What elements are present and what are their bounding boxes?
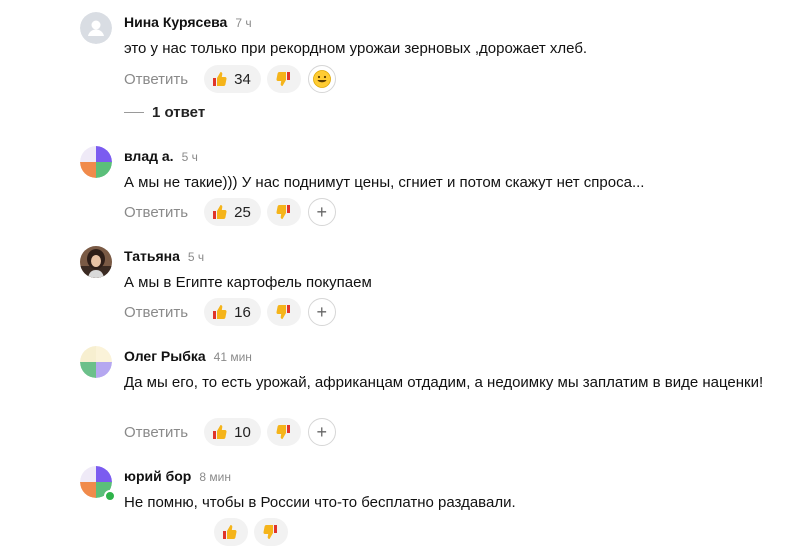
add-reaction-button[interactable]: +	[307, 198, 336, 226]
comment-text: А мы в Египте картофель покупаем	[124, 274, 372, 291]
thumbs-up-icon	[213, 305, 227, 319]
comment-text: Не помню, чтобы в России что-то бесплатн…	[124, 494, 516, 511]
comment-actions: Ответить 16 +	[124, 298, 336, 326]
like-button[interactable]: 16	[204, 298, 261, 326]
reply-button[interactable]: Ответить	[124, 71, 188, 88]
author-name[interactable]: Нина Курясева	[124, 14, 227, 30]
add-reaction-button[interactable]	[307, 65, 336, 93]
comment-header: Нина Курясева 7 ч	[124, 14, 252, 30]
thumbs-up-icon	[213, 205, 227, 219]
thumbs-up-icon	[213, 72, 227, 86]
author-name[interactable]: Татьяна	[124, 248, 180, 264]
comment-actions: Ответить 10 +	[124, 418, 336, 446]
dislike-button[interactable]	[266, 65, 301, 93]
reply-button[interactable]: Ответить	[124, 304, 188, 321]
replies-count: 1 ответ	[152, 104, 206, 121]
replies-line	[124, 112, 144, 113]
dislike-button[interactable]	[266, 198, 301, 226]
comment-item: юрий бор 8 мин Не помню, чтобы в России …	[80, 466, 780, 546]
comment-text: это у нас только при рекордном урожаи зе…	[124, 40, 588, 57]
thumbs-down-icon	[263, 525, 278, 539]
add-reaction-button[interactable]: +	[307, 298, 336, 326]
comment-time: 7 ч	[235, 16, 252, 30]
comment-header: Татьяна 5 ч	[124, 248, 204, 264]
comment-item: Олег Рыбка 41 мин Да мы его, то есть уро…	[80, 346, 780, 450]
like-button[interactable]: 34	[204, 65, 261, 93]
comment-header: Олег Рыбка 41 мин	[124, 348, 252, 364]
author-name[interactable]: юрий бор	[124, 468, 191, 484]
reply-button[interactable]: Ответить	[124, 204, 188, 221]
comment-actions: Ответить 34	[124, 65, 336, 93]
like-count: 34	[234, 70, 251, 88]
plus-icon: +	[316, 202, 328, 222]
author-name[interactable]: влад а.	[124, 148, 174, 164]
like-count: 10	[234, 423, 251, 441]
comment-actions: Ответить 25 +	[124, 198, 336, 226]
avatar[interactable]	[80, 346, 112, 378]
plus-icon: +	[316, 302, 328, 322]
like-button[interactable]	[214, 518, 249, 546]
smiley-icon	[312, 70, 331, 88]
dislike-button[interactable]	[254, 518, 289, 546]
add-reaction-button[interactable]: +	[307, 418, 336, 446]
comment-item: влад а. 5 ч А мы не такие))) У нас подни…	[80, 146, 780, 230]
avatar[interactable]	[80, 146, 112, 178]
comment-time: 5 ч	[187, 250, 205, 264]
comment-time: 5 ч	[181, 150, 198, 164]
dislike-button[interactable]	[266, 298, 301, 326]
comment-time: 41 мин	[213, 350, 252, 364]
like-button[interactable]: 10	[204, 418, 261, 446]
like-count: 16	[234, 303, 251, 321]
default-user-icon	[80, 12, 112, 44]
thumbs-down-icon	[276, 205, 290, 219]
quad-avatar-icon	[80, 146, 112, 178]
plus-icon: +	[316, 422, 328, 442]
user-photo-icon	[80, 246, 112, 278]
avatar[interactable]	[80, 246, 112, 278]
comment-header: юрий бор 8 мин	[124, 468, 231, 484]
reply-button[interactable]: Ответить	[124, 424, 188, 441]
comment-actions	[124, 518, 289, 546]
dislike-button[interactable]	[266, 418, 301, 446]
comment-text: Да мы его, то есть урожай, африканцам от…	[124, 374, 764, 391]
thumbs-down-icon	[276, 305, 290, 319]
show-replies-button[interactable]: 1 ответ	[124, 104, 205, 121]
like-button[interactable]: 25	[204, 198, 261, 226]
comment-item: Татьяна 5 ч А мы в Египте картофель поку…	[80, 246, 780, 330]
comment-item: Нина Курясева 7 ч это у нас только при р…	[80, 12, 780, 122]
comment-time: 8 мин	[199, 470, 231, 484]
thumbs-down-icon	[276, 72, 290, 86]
quad-avatar-icon	[80, 346, 112, 378]
thumbs-up-icon	[213, 425, 227, 439]
online-status-icon	[104, 490, 116, 502]
thumbs-up-icon	[223, 525, 237, 539]
comment-text: А мы не такие))) У нас поднимут цены, сг…	[124, 174, 645, 191]
like-count: 25	[234, 203, 251, 221]
thumbs-down-icon	[276, 425, 290, 439]
comment-header: влад а. 5 ч	[124, 148, 198, 164]
avatar[interactable]	[80, 12, 112, 44]
author-name[interactable]: Олег Рыбка	[124, 348, 206, 364]
